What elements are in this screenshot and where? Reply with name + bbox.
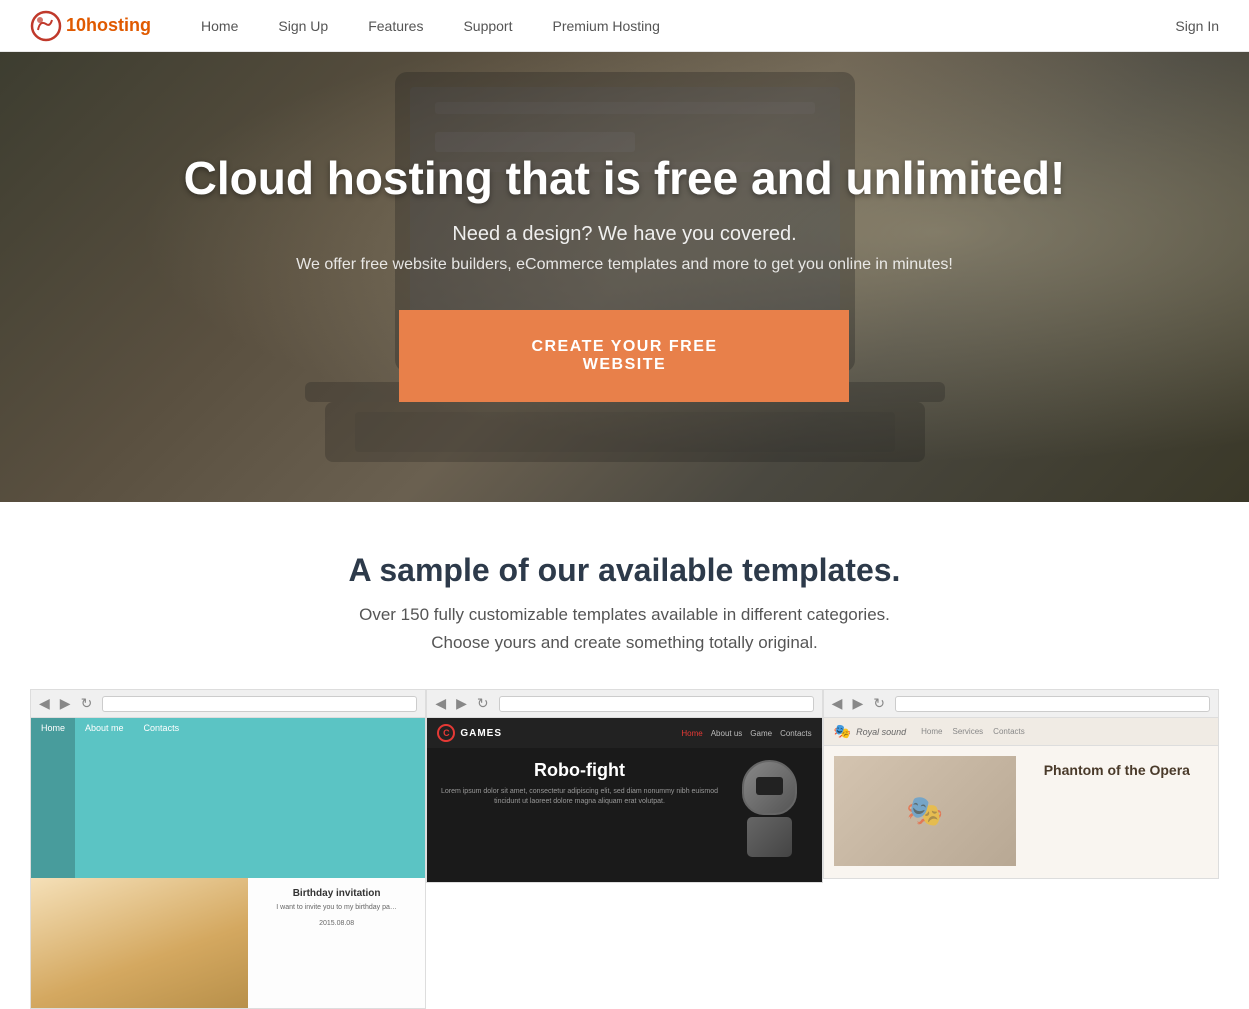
opera-nav-links: Home Services Contacts xyxy=(921,727,1025,736)
nav-links: Home Sign Up Features Support Premium Ho… xyxy=(201,18,1175,34)
birthday-heading: Birthday invitation xyxy=(256,888,417,899)
opera-heading: Phantom of the Opera xyxy=(1031,761,1203,779)
opera-text: Phantom of the Opera xyxy=(1026,756,1208,866)
games-logo: C GAMES xyxy=(437,724,502,742)
logo-icon xyxy=(30,10,62,42)
browser-refresh-2: ↻ xyxy=(477,695,489,712)
games-nav-home[interactable]: Home xyxy=(681,729,702,738)
birthday-nav-home[interactable]: Home xyxy=(31,718,75,878)
birthday-template-body: Home About me Contacts Birthday invitati… xyxy=(31,718,425,1008)
browser-bar-2: ◀ ▶ ↻ xyxy=(427,690,821,718)
robot-body xyxy=(747,817,792,857)
opera-nav-home[interactable]: Home xyxy=(921,727,942,736)
browser-url-3 xyxy=(895,696,1210,712)
games-body-text: Robo-fight Lorem ipsum dolor sit amet, c… xyxy=(439,760,719,807)
birthday-image xyxy=(31,878,248,1008)
logo-text: 10hosting xyxy=(66,15,151,36)
opera-logo: 🎭 Royal sound xyxy=(834,723,906,740)
browser-back-1: ◀ xyxy=(39,695,50,712)
games-nav-links: Home About us Game Contacts xyxy=(681,729,811,738)
birthday-date: 2015.08.08 xyxy=(256,919,417,929)
browser-back-2: ◀ xyxy=(435,695,446,712)
templates-subtitle2: Choose yours and create something totall… xyxy=(30,633,1219,653)
nav-features[interactable]: Features xyxy=(368,18,423,34)
opera-template-body: 🎭 Royal sound Home Services Contacts 🎭 P… xyxy=(824,718,1218,878)
nav-home[interactable]: Home xyxy=(201,18,238,34)
robot-visor xyxy=(756,777,783,795)
browser-bar-3: ◀ ▶ ↻ xyxy=(824,690,1218,718)
games-logo-text: GAMES xyxy=(460,728,502,739)
templates-section: A sample of our available templates. Ove… xyxy=(0,502,1249,1009)
templates-row: ◀ ▶ ↻ Home About me Contacts xyxy=(30,689,1219,1009)
template-opera[interactable]: ◀ ▶ ↻ 🎭 Royal sound Home Services Contac… xyxy=(823,689,1219,879)
hero-description: We offer free website builders, eCommerc… xyxy=(184,256,1066,274)
games-template-body: C GAMES Home About us Game Contacts Robo… xyxy=(427,718,821,882)
browser-back-3: ◀ xyxy=(832,695,843,712)
opera-mask-icon: 🎭 xyxy=(834,723,851,740)
birthday-nav: Home About me Contacts xyxy=(31,718,425,878)
browser-fwd-1: ▶ xyxy=(60,695,71,712)
games-nav: C GAMES Home About us Game Contacts xyxy=(427,718,821,748)
browser-url-2 xyxy=(499,696,814,712)
opera-logo-text: Royal sound xyxy=(856,727,906,737)
templates-title: A sample of our available templates. xyxy=(30,552,1219,589)
hero-content: Cloud hosting that is free and unlimited… xyxy=(124,152,1126,402)
robot-figure xyxy=(730,760,810,870)
browser-url-1 xyxy=(102,696,417,712)
navbar: 10hosting Home Sign Up Features Support … xyxy=(0,0,1249,52)
birthday-body-text: I want to invite you to my birthday pa… xyxy=(256,903,417,913)
logo-link[interactable]: 10hosting xyxy=(30,10,151,42)
games-nav-about[interactable]: About us xyxy=(711,729,743,738)
browser-refresh-1: ↻ xyxy=(81,695,93,712)
template-games[interactable]: ◀ ▶ ↻ C GAMES Home About us Game Contact… xyxy=(426,689,822,883)
birthday-text: Birthday invitation I want to invite you… xyxy=(248,878,425,1008)
template-birthday[interactable]: ◀ ▶ ↻ Home About me Contacts xyxy=(30,689,426,1009)
robot-helmet xyxy=(742,760,797,815)
games-desc: Lorem ipsum dolor sit amet, consectetur … xyxy=(439,787,719,807)
browser-bar-1: ◀ ▶ ↻ xyxy=(31,690,425,718)
birthday-body: Birthday invitation I want to invite you… xyxy=(31,878,425,1008)
browser-refresh-3: ↻ xyxy=(873,695,885,712)
games-logo-icon: C xyxy=(437,724,455,742)
cta-button[interactable]: CREATE YOUR FREE WEBSITE xyxy=(399,310,849,402)
birthday-nav-contacts[interactable]: Contacts xyxy=(134,718,190,878)
opera-nav: 🎭 Royal sound Home Services Contacts xyxy=(824,718,1218,746)
hero-section: Cloud hosting that is free and unlimited… xyxy=(0,52,1249,502)
signin-link[interactable]: Sign In xyxy=(1175,18,1219,34)
games-body: Robo-fight Lorem ipsum dolor sit amet, c… xyxy=(427,748,821,882)
opera-body: 🎭 Phantom of the Opera xyxy=(824,746,1218,876)
birthday-nav-about[interactable]: About me xyxy=(75,718,134,878)
games-nav-contacts[interactable]: Contacts xyxy=(780,729,812,738)
browser-fwd-2: ▶ xyxy=(456,695,467,712)
games-heading: Robo-fight xyxy=(439,760,719,781)
opera-masks-decoration: 🎭 xyxy=(906,794,943,829)
hero-title: Cloud hosting that is free and unlimited… xyxy=(184,152,1066,205)
nav-signup[interactable]: Sign Up xyxy=(278,18,328,34)
templates-subtitle1: Over 150 fully customizable templates av… xyxy=(30,605,1219,625)
opera-nav-contacts[interactable]: Contacts xyxy=(993,727,1025,736)
opera-nav-services[interactable]: Services xyxy=(952,727,983,736)
browser-fwd-3: ▶ xyxy=(852,695,863,712)
opera-image: 🎭 xyxy=(834,756,1016,866)
nav-support[interactable]: Support xyxy=(463,18,512,34)
nav-premium[interactable]: Premium Hosting xyxy=(553,18,660,34)
hero-subtitle: Need a design? We have you covered. xyxy=(184,223,1066,246)
games-nav-game[interactable]: Game xyxy=(750,729,772,738)
